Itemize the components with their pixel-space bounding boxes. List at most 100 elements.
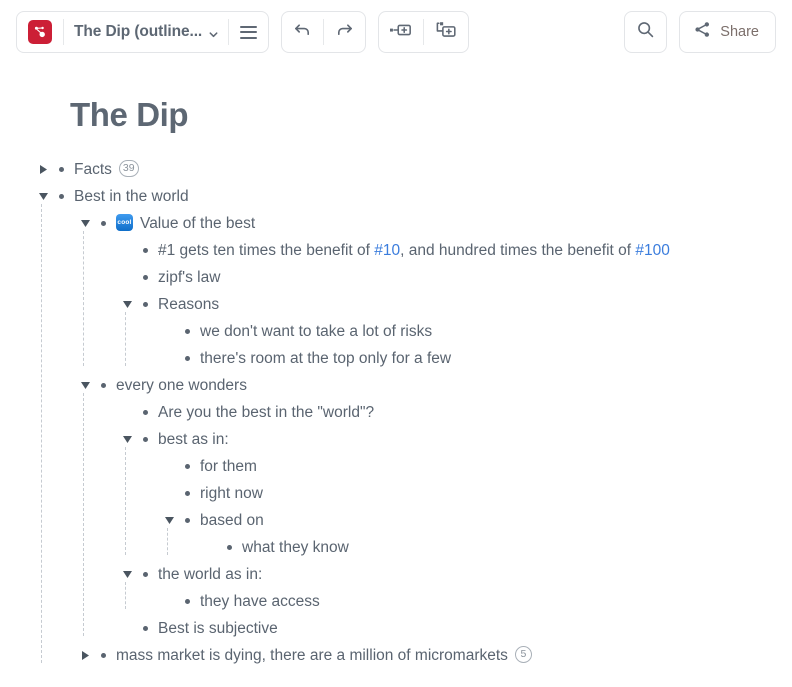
search-button[interactable] <box>625 12 666 52</box>
expand-arrow-icon[interactable] <box>36 156 50 183</box>
outline-tree: Facts 39 Best in the world cool Value of the… <box>0 156 792 669</box>
collapse-arrow-icon[interactable] <box>120 561 134 588</box>
outline-row-text: Are you the best in the "world"? <box>158 404 375 421</box>
outline-row-text: they have access <box>200 593 320 610</box>
bullet-icon[interactable] <box>138 291 152 318</box>
outline-row-text: every one wonders <box>116 377 247 394</box>
bullet-icon[interactable] <box>96 210 110 237</box>
outline-row[interactable]: based on <box>0 507 792 534</box>
outline-row[interactable]: Best in the world <box>0 183 792 210</box>
outline-guide-line <box>41 204 42 663</box>
bullet-icon[interactable] <box>138 561 152 588</box>
outline-row[interactable]: best as in: <box>0 426 792 453</box>
bullet-icon[interactable] <box>54 183 68 210</box>
outline-row-text: the world as in: <box>158 566 263 583</box>
outline-row[interactable]: Are you the best in the "world"? <box>0 399 792 426</box>
outline-row-text: mass market is dying, there are a millio… <box>116 642 532 669</box>
search-group[interactable] <box>624 11 668 53</box>
redo-button[interactable] <box>324 12 365 52</box>
outline-row-text: zipf's law <box>158 269 221 286</box>
child-count-badge: 5 <box>514 646 532 664</box>
outline-row[interactable]: #1 gets ten times the benefit of #10, an… <box>0 237 792 264</box>
outline-row-text: we don't want to take a lot of risks <box>200 323 433 340</box>
bullet-icon[interactable] <box>96 642 110 669</box>
outline-row[interactable]: the world as in: <box>0 561 792 588</box>
bullet-icon[interactable] <box>138 615 152 642</box>
outline-row[interactable]: zipf's law <box>0 264 792 291</box>
outline-guide-line <box>125 582 126 609</box>
add-sibling-node-icon <box>390 22 412 43</box>
node-actions-group <box>378 11 470 53</box>
outline-row-text: Best in the world <box>74 188 189 205</box>
share-button[interactable]: Share <box>679 11 776 53</box>
hashtag-link[interactable]: #10 <box>374 242 400 259</box>
outline-guide-line <box>167 528 168 555</box>
outline-row-text: cool Value of the best <box>116 214 256 232</box>
outline-row-text: #1 gets ten times the benefit of #10, an… <box>158 237 670 264</box>
outline-row[interactable]: what they know <box>0 534 792 561</box>
bullet-icon[interactable] <box>96 372 110 399</box>
bullet-icon[interactable] <box>222 534 236 561</box>
mindmeister-logo-icon <box>28 20 52 44</box>
collapse-arrow-icon[interactable] <box>162 507 176 534</box>
redo-arrow-icon <box>335 20 354 44</box>
history-group <box>281 11 367 53</box>
share-icon <box>694 21 711 43</box>
bullet-icon[interactable] <box>138 237 152 264</box>
child-count-badge: 39 <box>118 160 139 178</box>
logo-button[interactable] <box>17 12 63 52</box>
bullet-icon[interactable] <box>138 264 152 291</box>
outline-row-text: best as in: <box>158 431 229 448</box>
collapse-arrow-icon[interactable] <box>120 291 134 318</box>
outline-row-text: right now <box>200 485 263 502</box>
bullet-icon[interactable] <box>180 345 194 372</box>
bullet-icon[interactable] <box>180 588 194 615</box>
bullet-icon[interactable] <box>138 426 152 453</box>
text-segment: #1 gets ten times the benefit of <box>158 242 375 259</box>
outline-guide-line <box>125 447 126 555</box>
outline-row-text: based on <box>200 512 264 529</box>
add-child-button[interactable] <box>424 12 468 52</box>
collapse-arrow-icon[interactable] <box>120 426 134 453</box>
page-title: The Dip <box>70 96 189 133</box>
outline-row-text: Reasons <box>158 296 220 313</box>
outline-row[interactable]: there's room at the top only for a few <box>0 345 792 372</box>
share-label: Share <box>720 24 759 40</box>
outline-row[interactable]: we don't want to take a lot of risks <box>0 318 792 345</box>
outline-guide-line <box>83 393 84 636</box>
outline-row[interactable]: Best is subjective <box>0 615 792 642</box>
outline-row[interactable]: every one wonders <box>0 372 792 399</box>
outline-row[interactable]: they have access <box>0 588 792 615</box>
undo-button[interactable] <box>282 12 323 52</box>
outline-row-text: Best is subjective <box>158 620 278 637</box>
outline-row[interactable]: Facts 39 <box>0 156 792 183</box>
toolbar: The Dip (outline... Share <box>0 0 792 64</box>
bullet-icon[interactable] <box>138 399 152 426</box>
bullet-icon[interactable] <box>180 480 194 507</box>
outline-row[interactable]: mass market is dying, there are a millio… <box>0 642 792 669</box>
outline-row-text: what they know <box>242 539 349 556</box>
add-sibling-button[interactable] <box>379 12 423 52</box>
hamburger-menu-button[interactable] <box>229 12 268 52</box>
bullet-icon[interactable] <box>180 453 194 480</box>
outline-guide-line <box>83 231 84 366</box>
collapse-arrow-icon[interactable] <box>36 183 50 210</box>
document-title-dropdown[interactable]: The Dip (outline... <box>64 12 228 52</box>
undo-arrow-icon <box>293 20 312 44</box>
bullet-icon[interactable] <box>180 507 194 534</box>
bullet-icon[interactable] <box>180 318 194 345</box>
expand-arrow-icon[interactable] <box>78 642 92 669</box>
hashtag-link[interactable]: #100 <box>635 242 669 259</box>
outline-row-text: for them <box>200 458 257 475</box>
collapse-arrow-icon[interactable] <box>78 372 92 399</box>
collapse-arrow-icon[interactable] <box>78 210 92 237</box>
outline-row-text: Facts 39 <box>74 156 139 183</box>
bullet-icon[interactable] <box>54 156 68 183</box>
outline-guide-line <box>125 312 126 366</box>
outline-row[interactable]: Reasons <box>0 291 792 318</box>
outline-row[interactable]: for them <box>0 453 792 480</box>
outline-row[interactable]: cool Value of the best <box>0 210 792 237</box>
hamburger-menu-icon <box>240 25 258 39</box>
text-segment: , and hundred times the benefit of <box>400 242 636 259</box>
outline-row[interactable]: right now <box>0 480 792 507</box>
